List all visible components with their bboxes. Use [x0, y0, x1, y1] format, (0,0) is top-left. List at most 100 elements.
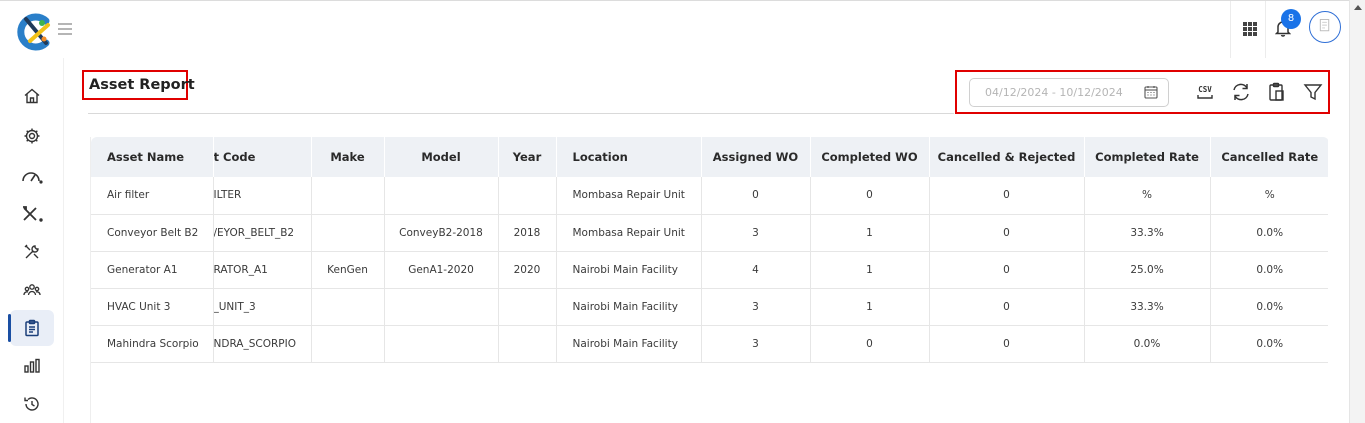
- app-logo[interactable]: [16, 13, 52, 51]
- csv-icon: CSV: [1197, 85, 1213, 99]
- asset-code-cell: /EYOR_BELT_B2: [213, 214, 312, 252]
- cancelled-rate-cell: 0.0%: [1210, 251, 1328, 289]
- model-cell: ConveyB2-2018: [384, 214, 499, 252]
- model-cell: [384, 177, 499, 215]
- cancelled-rejected-cell: 0: [929, 251, 1085, 289]
- copy-clipboard-button[interactable]: [1266, 81, 1288, 103]
- home-icon: [24, 88, 40, 104]
- column-header-cancelled-rate[interactable]: Cancelled Rate: [1210, 137, 1328, 177]
- completed-rate-cell: 25.0%: [1084, 251, 1211, 289]
- sidebar-item-tools[interactable]: [10, 234, 54, 270]
- tools-icon: [23, 206, 43, 222]
- sidebar-item-settings[interactable]: [10, 118, 54, 154]
- table-row[interactable]: Generator A1 RATOR_A1 KenGen GenA1-2020 2020…: [91, 251, 1328, 289]
- assigned-wo-cell: 3: [701, 288, 811, 326]
- location-cell: Mombasa Repair Unit: [556, 177, 702, 215]
- completed-rate-cell: 33.3%: [1084, 214, 1211, 252]
- assigned-wo-cell: 0: [701, 177, 811, 215]
- table-row[interactable]: HVAC Unit 3 _UNIT_3 Nairobi Main Facility 3…: [91, 288, 1328, 326]
- calendar-icon[interactable]: [1144, 85, 1158, 99]
- sidebar-item-history[interactable]: [10, 386, 54, 422]
- gear-icon: [24, 128, 40, 144]
- sidebar: [0, 58, 64, 423]
- asset-code-cell: NDRA_SCORPIO: [213, 325, 312, 363]
- column-header-model[interactable]: Model: [384, 137, 499, 177]
- table-row[interactable]: Air filter ILTER Mombasa Repair Unit 0 0 0%%: [91, 177, 1328, 215]
- table-header-row: Asset Name t Code Make Model Year Locati…: [91, 137, 1328, 177]
- make-cell: [311, 214, 385, 252]
- notification-badge[interactable]: 8: [1281, 9, 1301, 29]
- column-header-completed-wo[interactable]: Completed WO: [810, 137, 930, 177]
- assigned-wo-cell: 4: [701, 251, 811, 289]
- sidebar-item-team[interactable]: [10, 272, 54, 308]
- date-range-picker[interactable]: 04/12/2024 - 10/12/2024: [969, 78, 1169, 107]
- cancelled-rejected-cell: 0: [929, 288, 1085, 326]
- make-cell: [311, 325, 385, 363]
- column-header-cancelled-rejected[interactable]: Cancelled & Rejected: [929, 137, 1085, 177]
- asset-code-cell: _UNIT_3: [213, 288, 312, 326]
- filter-button[interactable]: [1302, 81, 1324, 103]
- completed-rate-cell: %: [1084, 177, 1211, 215]
- sidebar-item-home[interactable]: [10, 78, 54, 114]
- csv-label: CSV: [1198, 85, 1212, 94]
- column-header-asset-name[interactable]: Asset Name: [91, 137, 214, 177]
- sidebar-item-maintenance[interactable]: [10, 196, 54, 232]
- bar-chart-icon: [24, 358, 40, 373]
- completed-rate-cell: 33.3%: [1084, 288, 1211, 326]
- asset-name-cell: Conveyor Belt B2: [91, 214, 214, 252]
- history-icon: [24, 397, 39, 411]
- model-cell: [384, 288, 499, 326]
- asset-name-cell: Air filter: [91, 177, 214, 215]
- scroll-up-arrow-icon[interactable]: [1354, 5, 1362, 10]
- refresh-button[interactable]: [1230, 81, 1252, 103]
- clipboard-icon: [25, 319, 39, 337]
- cancelled-rate-cell: 0.0%: [1210, 288, 1328, 326]
- completed-rate-cell: 0.0%: [1084, 325, 1211, 363]
- location-cell: Nairobi Main Facility: [556, 251, 702, 289]
- column-header-assigned-wo[interactable]: Assigned WO: [701, 137, 811, 177]
- completed-wo-cell: 1: [810, 214, 930, 252]
- cancelled-rate-cell: 0.0%: [1210, 214, 1328, 252]
- column-header-make[interactable]: Make: [311, 137, 385, 177]
- export-csv-button[interactable]: CSV: [1194, 81, 1216, 103]
- clipboard-copy-icon: [1269, 82, 1284, 101]
- sidebar-item-dashboard[interactable]: [10, 158, 54, 194]
- location-cell: Nairobi Main Facility: [556, 325, 702, 363]
- year-cell: 2020: [498, 251, 557, 289]
- cancelled-rejected-cell: 0: [929, 325, 1085, 363]
- menu-toggle-icon[interactable]: [58, 23, 72, 37]
- cancelled-rate-cell: %: [1210, 177, 1328, 215]
- avatar[interactable]: [1309, 11, 1341, 43]
- top-bar: 8: [0, 0, 1349, 59]
- make-cell: KenGen: [311, 251, 385, 289]
- make-cell: [311, 288, 385, 326]
- year-cell: [498, 177, 557, 215]
- model-cell: GenA1-2020: [384, 251, 499, 289]
- asset-report-table: Asset Name t Code Make Model Year Locati…: [90, 137, 1328, 423]
- asset-name-cell: HVAC Unit 3: [91, 288, 214, 326]
- vertical-scrollbar[interactable]: [1349, 0, 1365, 423]
- location-cell: Nairobi Main Facility: [556, 288, 702, 326]
- column-header-year[interactable]: Year: [498, 137, 557, 177]
- table-row[interactable]: Conveyor Belt B2/EYOR_BELT_B2 ConveyB2-20…: [91, 214, 1328, 252]
- page-title: Asset Report: [82, 70, 195, 100]
- apps-grid-icon[interactable]: [1242, 21, 1258, 37]
- refresh-icon: [1233, 83, 1249, 101]
- cancelled-rate-cell: 0.0%: [1210, 325, 1328, 363]
- completed-wo-cell: 0: [810, 177, 930, 215]
- column-header-completed-rate[interactable]: Completed Rate: [1084, 137, 1211, 177]
- column-header-asset-code[interactable]: t Code: [213, 137, 312, 177]
- date-range-value: 04/12/2024 - 10/12/2024: [985, 86, 1123, 99]
- sidebar-item-analytics[interactable]: [10, 348, 54, 384]
- asset-code-cell: RATOR_A1: [213, 251, 312, 289]
- asset-code-cell: ILTER: [213, 177, 312, 215]
- topbar-divider: [1265, 1, 1266, 59]
- sidebar-item-reports[interactable]: [8, 310, 54, 346]
- asset-name-cell: Mahindra Scorpio: [91, 325, 214, 363]
- completed-wo-cell: 1: [810, 251, 930, 289]
- completed-wo-cell: 0: [810, 325, 930, 363]
- topbar-divider: [1230, 1, 1231, 59]
- table-row[interactable]: Mahindra Scorpio NDRA_SCORPIO Nairobi Main…: [91, 325, 1328, 363]
- speedometer-icon: [22, 172, 43, 184]
- column-header-location[interactable]: Location: [556, 137, 702, 177]
